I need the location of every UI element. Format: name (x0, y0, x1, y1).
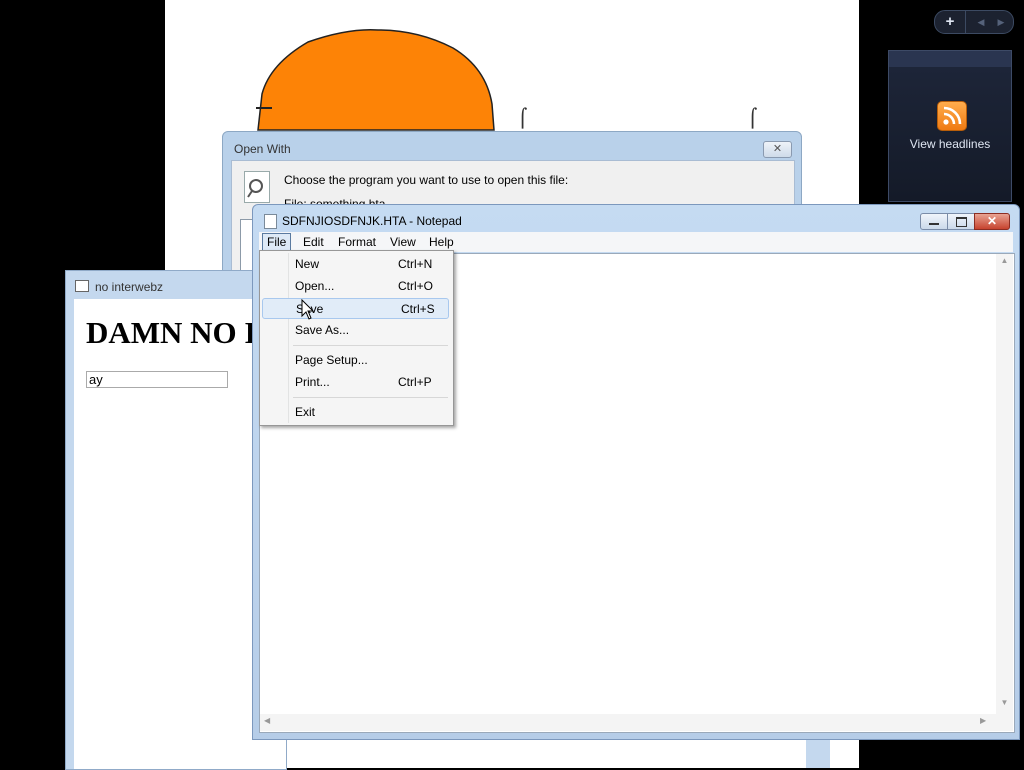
menu-file[interactable]: File (262, 233, 292, 251)
magnifier-document-icon (244, 171, 270, 203)
minimize-icon (929, 223, 939, 225)
document-glyph: ⌠ (518, 108, 528, 129)
menu-view[interactable]: View (386, 234, 420, 250)
orange-semicircle-shape (256, 29, 495, 131)
text-input[interactable] (86, 371, 228, 388)
next-page-button[interactable]: ▶ (993, 11, 1009, 33)
close-button[interactable]: ✕ (763, 141, 792, 158)
menu-item-save-as[interactable]: Save As... (262, 320, 449, 340)
scroll-left-icon[interactable]: ◀ (264, 716, 276, 725)
close-button[interactable]: ✕ (974, 213, 1010, 230)
mouse-pointer-icon (301, 299, 315, 320)
menu-item-label: New (295, 257, 320, 271)
scroll-right-icon[interactable]: ▶ (980, 716, 992, 725)
view-headlines-link[interactable]: View headlines (889, 137, 1011, 151)
sidebar-toolbar: + ◀ ▶ (934, 10, 1014, 34)
menu-item-open[interactable]: Open... Ctrl+O (262, 276, 449, 296)
dialog-title: Open With (234, 142, 291, 156)
notepad-icon (264, 214, 277, 229)
window-icon (75, 280, 89, 292)
file-menu-dropdown: New Ctrl+N Open... Ctrl+O Save Ctrl+S Sa… (259, 250, 454, 426)
menu-item-save[interactable]: Save Ctrl+S (262, 298, 449, 319)
document-glyph: ⌠ (748, 108, 758, 129)
menu-separator (293, 397, 448, 398)
menu-format[interactable]: Format (334, 234, 380, 250)
minimize-button[interactable] (920, 213, 948, 230)
add-gadget-button[interactable]: + (935, 11, 966, 33)
menu-item-shortcut: Ctrl+P (398, 375, 432, 389)
menu-item-shortcut: Ctrl+N (398, 257, 433, 271)
menu-item-exit[interactable]: Exit (262, 402, 449, 422)
horizontal-scrollbar[interactable]: ◀ ▶ (260, 714, 996, 731)
menu-separator (293, 345, 448, 346)
menu-edit[interactable]: Edit (299, 234, 328, 250)
vertical-scrollbar[interactable]: ▲ ▼ (996, 254, 1013, 714)
scroll-up-icon[interactable]: ▲ (996, 256, 1013, 270)
page-heading: DAMN NO I (86, 315, 257, 350)
menu-item-shortcut: Ctrl+S (401, 302, 435, 316)
size-grip[interactable] (996, 714, 1013, 731)
menu-bar: File Edit Format View Help (259, 232, 1013, 252)
menu-item-label: Exit (295, 405, 316, 419)
dialog-prompt: Choose the program you want to use to op… (284, 173, 569, 187)
feed-headlines-gadget[interactable]: View headlines (888, 50, 1012, 202)
rss-icon (937, 101, 967, 131)
window-title: no interwebz (95, 280, 164, 294)
window-frame-edge (806, 736, 830, 768)
window-title: SDFNJIOSDFNJK.HTA - Notepad (282, 214, 462, 228)
scroll-down-icon[interactable]: ▼ (996, 698, 1013, 712)
menu-item-new[interactable]: New Ctrl+N (262, 254, 449, 274)
menu-item-print[interactable]: Print... Ctrl+P (262, 372, 449, 392)
menu-item-label: Open... (295, 279, 335, 293)
previous-page-button[interactable]: ◀ (973, 11, 989, 33)
menu-item-label: Save As... (295, 323, 350, 337)
menu-item-label: Print... (295, 375, 330, 389)
menu-item-shortcut: Ctrl+O (398, 279, 434, 293)
menu-item-label: Page Setup... (295, 353, 368, 367)
maximize-icon (956, 217, 967, 227)
menu-help[interactable]: Help (425, 234, 458, 250)
maximize-button[interactable] (947, 213, 975, 230)
menu-item-page-setup[interactable]: Page Setup... (262, 350, 449, 370)
